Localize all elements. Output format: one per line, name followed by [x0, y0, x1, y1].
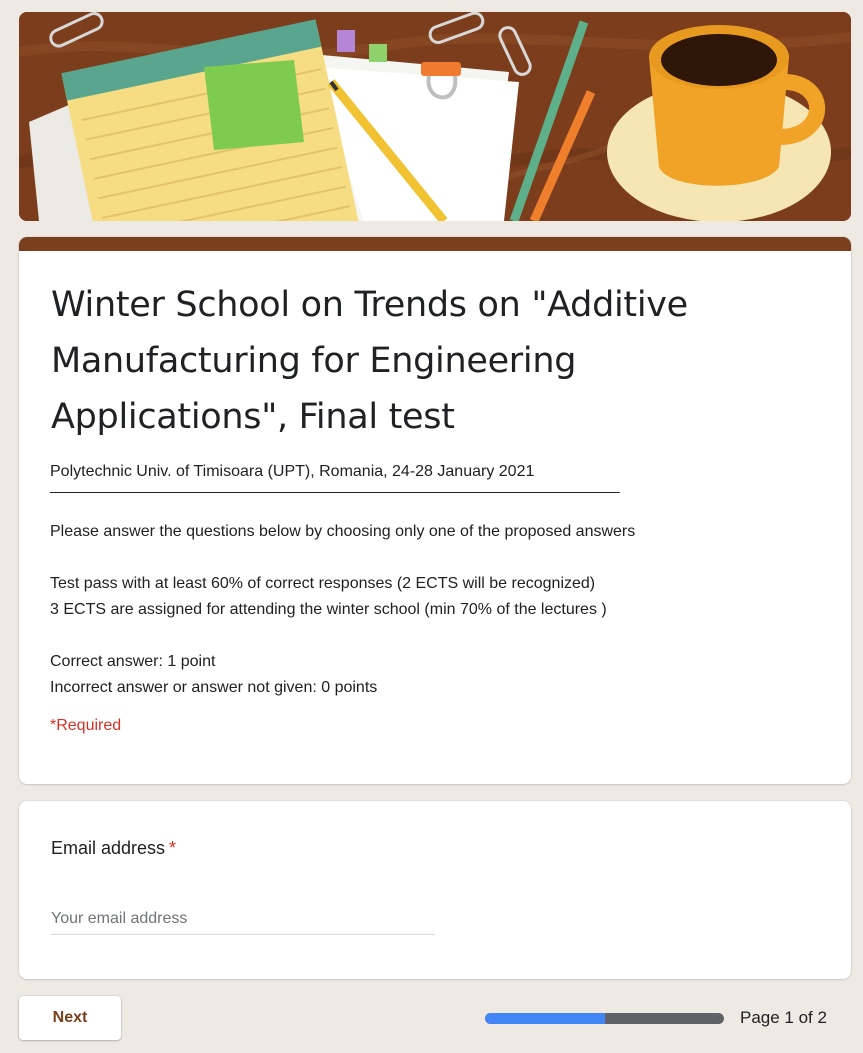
progress-bar-fill [485, 1013, 605, 1024]
header-banner-image [19, 12, 851, 221]
page-indicator: Page 1 of 2 [740, 1008, 827, 1027]
form-description: Polytechnic Univ. of Timisoara (UPT), Ro… [50, 459, 820, 701]
form-page: Winter School on Trends on "Additive Man… [0, 0, 863, 1053]
form-title: Winter School on Trends on "Additive Man… [51, 285, 688, 437]
required-note: *Required [50, 717, 122, 734]
email-question-card: Email address * [19, 801, 851, 979]
correct-points-text: Correct answer: 1 point [50, 653, 216, 670]
form-header-card: Winter School on Trends on "Additive Man… [19, 237, 851, 784]
email-question-label: Email address * [51, 838, 176, 859]
incorrect-points-text: Incorrect answer or answer not given: 0 … [50, 679, 378, 696]
description-divider: ________________________________________… [50, 477, 620, 494]
email-label-text: Email address [51, 838, 166, 858]
pass-rule-text: Test pass with at least 60% of correct r… [50, 575, 596, 592]
theme-accent-bar [19, 237, 851, 251]
progress-bar [485, 1013, 724, 1024]
attendance-rule-text: 3 ECTS are assigned for attending the wi… [50, 601, 607, 618]
next-button[interactable]: Next [19, 996, 121, 1040]
desk-illustration-icon [19, 12, 851, 221]
email-field[interactable] [51, 903, 435, 935]
required-asterisk: * [169, 838, 177, 858]
instructions-text: Please answer the questions below by cho… [50, 523, 636, 540]
